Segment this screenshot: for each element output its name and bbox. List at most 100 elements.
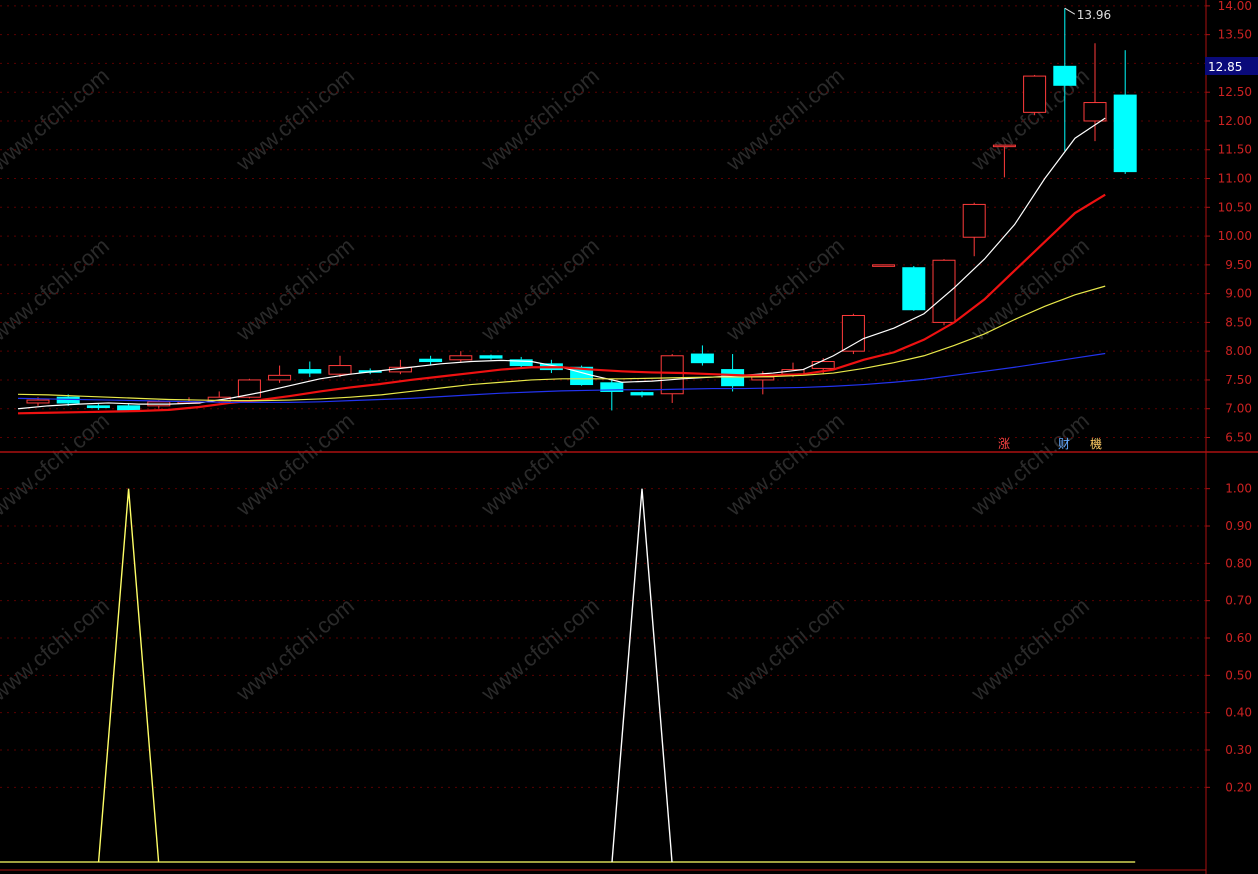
candle[interactable] [1113, 50, 1137, 174]
indicator-tick-label: 0.60 [1225, 631, 1252, 645]
candle-body [298, 369, 322, 374]
price-tick-label: 10.50 [1218, 200, 1252, 214]
candle-body [841, 314, 865, 352]
stock-chart: www.cfchi.com www.cfchi.com www.cfchi.com w… [0, 0, 1258, 874]
last-price-label: 12.85 [1208, 60, 1242, 74]
watermark-text: www.cfchi.com [721, 593, 849, 706]
ma60-line [17, 352, 1106, 403]
candle-body [86, 405, 110, 409]
indicator-spike [97, 488, 160, 863]
watermark-text: www.cfchi.com [231, 233, 359, 346]
candle-body [449, 355, 473, 361]
candle-body [1083, 102, 1107, 122]
price-tick-label: 7.00 [1225, 402, 1252, 416]
candle[interactable] [298, 361, 322, 378]
candle[interactable] [721, 354, 745, 392]
watermark-text: www.cfchi.com [0, 63, 114, 176]
watermark-text: www.cfchi.com [721, 63, 849, 176]
watermark-text: www.cfchi.com [231, 593, 359, 706]
last-price-flag: 12.85 [1205, 57, 1258, 75]
candle-body [328, 365, 352, 375]
price-tick-label: 9.50 [1225, 258, 1252, 272]
candle[interactable] [630, 391, 654, 398]
candle-body [26, 399, 50, 404]
watermark-text: www.cfchi.com [476, 63, 604, 176]
watermark-text: www.cfchi.com [0, 408, 114, 521]
watermark-text: www.cfchi.com [476, 408, 604, 521]
candle-body [1113, 94, 1137, 173]
price-tick-label: 11.50 [1218, 143, 1252, 157]
indicator-axis: 1.00 0.90 0.80 0.70 0.60 0.50 0.40 0.30 0.20 [1206, 482, 1252, 794]
price-tick-label: 8.00 [1225, 344, 1252, 358]
max-price-label: 13.96 [1077, 8, 1111, 22]
watermark-text: www.cfchi.com [476, 593, 604, 706]
event-tag[interactable]: 财 [1058, 437, 1070, 451]
candle-body [660, 355, 684, 395]
candle[interactable] [1053, 8, 1077, 151]
candle[interactable] [509, 356, 533, 368]
candle-body [479, 355, 503, 359]
candle-body [1053, 65, 1077, 86]
watermark-text: www.cfchi.com [966, 593, 1094, 706]
candle-body [992, 144, 1016, 148]
watermark-layer: www.cfchi.com www.cfchi.com www.cfchi.com w… [0, 63, 1094, 706]
candle-body [811, 361, 835, 369]
candle[interactable] [962, 202, 986, 257]
price-tick-label: 9.00 [1225, 287, 1252, 301]
candle[interactable] [328, 355, 352, 378]
candle[interactable] [902, 265, 926, 311]
upper-grid [0, 5, 1206, 438]
candle[interactable] [872, 264, 896, 267]
candle-body [690, 353, 714, 364]
candle-body [630, 392, 654, 396]
watermark-text: www.cfchi.com [476, 233, 604, 346]
indicator-tick-label: 0.30 [1225, 743, 1252, 757]
max-pointer [1064, 7, 1076, 15]
watermark-text: www.cfchi.com [0, 233, 114, 346]
watermark-text: www.cfchi.com [0, 593, 114, 706]
watermark-text: www.cfchi.com [231, 408, 359, 521]
candle-body [1023, 75, 1047, 113]
candle-body [117, 405, 141, 411]
watermark-text: www.cfchi.com [721, 408, 849, 521]
candle[interactable] [1023, 74, 1047, 116]
watermark-text: www.cfchi.com [966, 233, 1094, 346]
watermark-text: www.cfchi.com [966, 408, 1094, 521]
indicator-tick-label: 0.40 [1225, 706, 1252, 720]
price-tick-label: 14.00 [1218, 0, 1252, 13]
indicator-tick-label: 0.20 [1225, 780, 1252, 794]
candle[interactable] [449, 351, 473, 363]
event-tag[interactable]: 機 [1090, 436, 1102, 451]
candle-body [872, 264, 896, 267]
candle[interactable] [841, 313, 865, 355]
candle[interactable] [479, 354, 503, 360]
candle[interactable] [932, 259, 956, 326]
price-tick-label: 6.50 [1225, 430, 1252, 444]
candle-body [932, 259, 956, 323]
price-tick-label: 10.00 [1218, 229, 1252, 243]
candle[interactable] [1083, 43, 1107, 142]
indicator-tick-label: 0.70 [1225, 594, 1252, 608]
candle-body [962, 203, 986, 238]
candle-body [751, 376, 775, 381]
indicator-spike [611, 488, 673, 863]
price-tick-label: 7.50 [1225, 373, 1252, 387]
event-tag[interactable]: 涨 [998, 436, 1010, 451]
candle[interactable] [600, 378, 624, 411]
candle[interactable] [690, 345, 714, 366]
candle-body [419, 358, 443, 363]
candle-body [268, 374, 292, 381]
price-tick-label: 13.50 [1218, 28, 1252, 42]
max-price-marker: 13.96 [1064, 7, 1111, 22]
indicator-tick-label: 0.80 [1225, 556, 1252, 570]
price-tick-label: 8.50 [1225, 315, 1252, 329]
candle[interactable] [268, 365, 292, 383]
candle-body [56, 396, 80, 404]
watermark-text: www.cfchi.com [231, 63, 359, 176]
price-tick-label: 11.00 [1218, 172, 1252, 186]
indicator-tick-label: 0.90 [1225, 519, 1252, 533]
indicator-tick-label: 1.00 [1225, 482, 1252, 496]
candle-body [902, 267, 926, 311]
price-tick-label: 12.00 [1218, 114, 1252, 128]
indicator-tick-label: 0.50 [1225, 668, 1252, 682]
